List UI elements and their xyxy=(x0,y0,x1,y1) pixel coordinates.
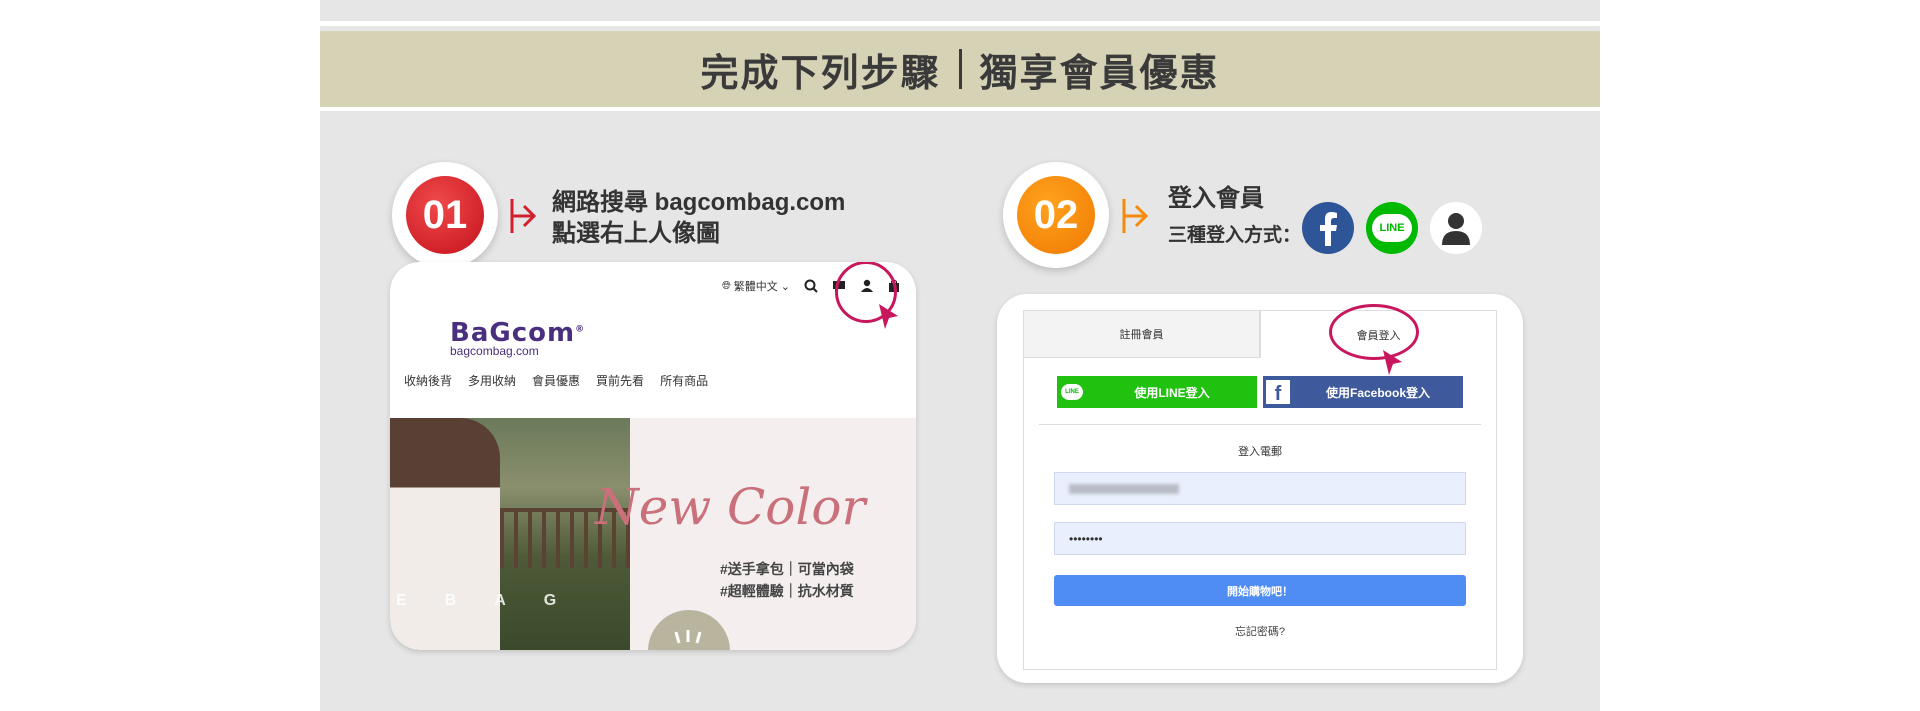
step2-arrow-icon xyxy=(1122,199,1149,233)
tab-register[interactable]: 註冊會員 xyxy=(1023,310,1260,358)
page-canvas: 完成下列步驟 獨享會員優惠 01 網路搜尋 bagcombag.com 點選右上… xyxy=(320,0,1600,711)
line-login-label: 使用LINE登入 xyxy=(1134,385,1210,400)
step1-badge: 01 xyxy=(392,162,498,268)
language-label: 繁體中文 xyxy=(733,281,778,293)
hero-photo: E B A G xyxy=(390,418,630,650)
divider xyxy=(1039,424,1481,425)
spinner-icon xyxy=(674,630,702,644)
banner-title-part2: 獨享會員優惠 xyxy=(979,52,1220,95)
hero-letter: G xyxy=(543,592,557,609)
bagcom-logo[interactable]: BaGcom® bagcombag.com xyxy=(450,318,585,358)
member-icon xyxy=(1430,202,1482,254)
hero-letter: A xyxy=(494,592,506,609)
step2-number: 02 xyxy=(1017,176,1095,254)
shop-screenshot: 🌐︎ 繁體中文 ⌄ BaGcom® bagcombag.com 收納後背 多用收… xyxy=(390,262,916,650)
facebook-icon xyxy=(1302,202,1354,254)
hero-play-circle[interactable] xyxy=(648,610,730,650)
hero-tag-2: #超輕體驗｜抗水材質 xyxy=(720,583,854,599)
nav-item-member[interactable]: 會員優惠 xyxy=(532,372,580,389)
hero-letter: E xyxy=(396,592,407,609)
email-value-blurred xyxy=(1069,483,1179,494)
step1-line2: 點選右上人像圖 xyxy=(552,220,720,247)
step1-text: 網路搜尋 bagcombag.com 點選右上人像圖 xyxy=(552,187,845,249)
hero-banner[interactable]: E B A G New Color #送手拿包｜可當內袋 #超輕體驗｜抗水材質 xyxy=(390,418,916,650)
globe-icon: 🌐︎ xyxy=(721,279,731,292)
line-icon: LINE xyxy=(1057,376,1087,408)
facebook-login-label: 使用Facebook登入 xyxy=(1325,385,1431,400)
shop-nav: 收納後背 多用收納 會員優惠 買前先看 所有商品 xyxy=(404,372,708,389)
email-label: 登入電郵 xyxy=(1238,446,1282,458)
step1-number: 01 xyxy=(406,176,484,254)
cursor-icon xyxy=(1383,350,1402,375)
login-screenshot: 註冊會員 會員登入 LINE 使用LINE登入 f 使用Facebook登入 登… xyxy=(997,294,1523,683)
banner-title-part1: 完成下列步驟 xyxy=(700,52,941,95)
language-selector[interactable]: 🌐︎ 繁體中文 ⌄ xyxy=(722,278,790,294)
facebook-icon: f xyxy=(1263,376,1293,408)
cursor-icon xyxy=(879,304,898,329)
step1-arrow-icon xyxy=(510,199,537,233)
password-field[interactable]: •••••••• xyxy=(1054,522,1466,555)
line-icon-label: LINE xyxy=(1372,214,1412,242)
line-login-button[interactable]: LINE 使用LINE登入 xyxy=(1057,376,1257,408)
step2-badge: 02 xyxy=(1003,162,1109,268)
line-icon-label: LINE xyxy=(1061,384,1083,400)
email-field[interactable] xyxy=(1054,472,1466,505)
nav-item-backpack[interactable]: 收納後背 xyxy=(404,372,452,389)
nav-item-guide[interactable]: 買前先看 xyxy=(596,372,644,389)
nav-item-all[interactable]: 所有商品 xyxy=(660,372,708,389)
hero-title: New Color xyxy=(595,478,866,536)
hero-tags: #送手拿包｜可當內袋 #超輕體驗｜抗水材質 xyxy=(720,558,854,602)
submit-button[interactable]: 開始購物吧！ xyxy=(1054,575,1466,606)
step2-subtitle: 三種登入方式： xyxy=(1168,225,1302,246)
top-strip xyxy=(320,0,1600,26)
forgot-password-link[interactable]: 忘記密碼? xyxy=(997,623,1523,639)
search-icon[interactable] xyxy=(804,279,818,293)
hero-person xyxy=(390,418,500,650)
title-banner: 完成下列步驟 獨享會員優惠 xyxy=(320,31,1600,111)
step2-title: 登入會員 xyxy=(1168,185,1264,212)
facebook-login-button[interactable]: f 使用Facebook登入 xyxy=(1263,376,1463,408)
line-icon: LINE xyxy=(1366,202,1418,254)
hero-letters: E B A G xyxy=(396,592,556,610)
chevron-down-icon: ⌄ xyxy=(780,280,790,293)
banner-divider xyxy=(958,49,962,89)
login-tabs: 註冊會員 會員登入 xyxy=(1023,310,1497,358)
nav-item-multi[interactable]: 多用收納 xyxy=(468,372,516,389)
hero-letter: B xyxy=(444,592,457,609)
hero-tag-1: #送手拿包｜可當內袋 xyxy=(720,561,854,577)
logo-registered-mark: ® xyxy=(575,324,586,335)
step1-line1: 網路搜尋 bagcombag.com xyxy=(552,189,846,216)
